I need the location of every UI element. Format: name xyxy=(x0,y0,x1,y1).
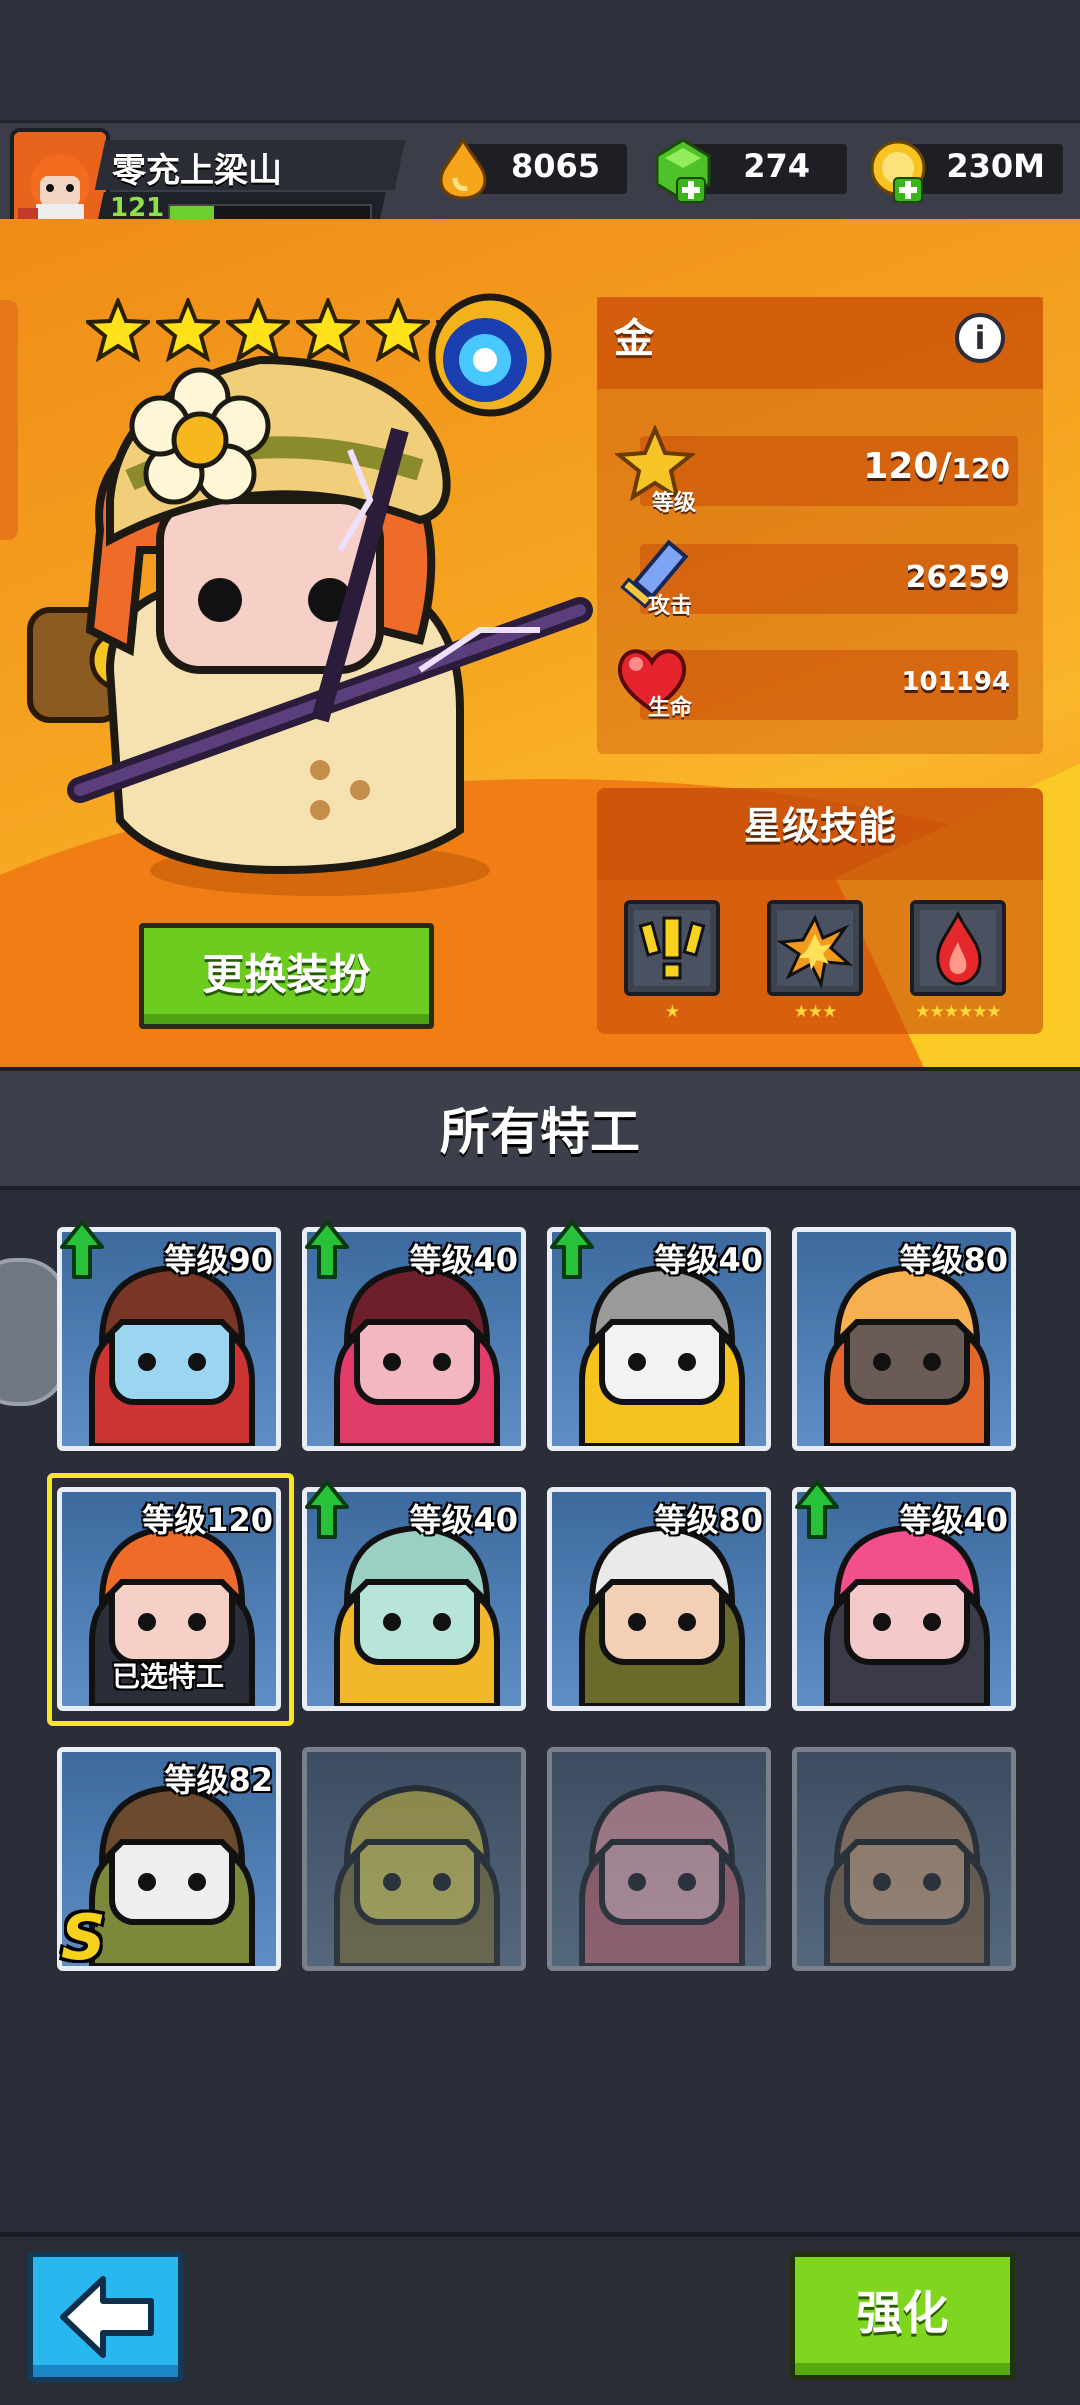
gold-coin-plus-icon[interactable] xyxy=(868,138,932,204)
stat-label-level: 等级 xyxy=(652,491,697,516)
upgrade-arrow-icon xyxy=(550,1220,594,1279)
explosion-skill-icon xyxy=(776,910,854,989)
info-icon[interactable]: i xyxy=(955,313,1005,363)
exclamation-skill-icon xyxy=(634,910,710,986)
skill-3-stars: ★★★★★★ xyxy=(915,1002,1001,1022)
level-current: 120/ xyxy=(863,446,952,487)
agent-card-spongebob-agent[interactable] xyxy=(302,1747,526,1971)
agent-level-label: 等级40 xyxy=(409,1501,518,1539)
stat-label-hp: 生命 xyxy=(648,696,693,721)
hero-rarity: 金 xyxy=(614,316,654,362)
status-area xyxy=(0,0,1080,120)
agent-card-patrick-agent[interactable] xyxy=(547,1747,771,1971)
agent-level-label: 等级40 xyxy=(654,1241,763,1279)
energy-value: 8065 xyxy=(510,147,600,185)
back-button[interactable] xyxy=(28,2252,183,2382)
change-skin-button[interactable]: 更换装扮 xyxy=(139,923,434,1029)
player-avatar[interactable] xyxy=(10,128,110,228)
rank-s-badge: S xyxy=(61,1901,106,1974)
upgrade-arrow-icon xyxy=(305,1220,349,1279)
hero-character-illustration xyxy=(27,293,593,896)
agent-portrait-icon xyxy=(824,1784,990,1966)
skill-2-stars: ★★★ xyxy=(793,1002,838,1022)
upgrade-arrow-icon xyxy=(305,1480,349,1539)
all-agents-title: 所有特工 xyxy=(440,1103,640,1161)
agent-portrait-icon xyxy=(579,1784,745,1966)
star-skills-title: 星级技能 xyxy=(743,804,896,848)
agent-level-label: 等级80 xyxy=(654,1501,763,1539)
skill-slot-3[interactable] xyxy=(910,900,1006,996)
prev-hero-tab[interactable] xyxy=(0,300,18,540)
stat-value-hp: 101194 xyxy=(901,667,1010,697)
stat-label-attack: 攻击 xyxy=(648,594,693,619)
avatar-portrait-icon xyxy=(14,132,106,224)
upgrade-arrow-icon xyxy=(795,1480,839,1539)
agent-portrait-icon xyxy=(334,1784,500,1966)
agent-card-sandy-agent[interactable] xyxy=(792,1747,1016,1971)
agent-level-label: 等级90 xyxy=(164,1241,273,1279)
fire-skill-icon xyxy=(920,910,996,986)
enhance-button[interactable]: 强化 xyxy=(790,2252,1015,2380)
back-arrow-icon xyxy=(60,2276,154,2358)
upgrade-arrow-icon xyxy=(60,1220,104,1279)
agent-level-label: 等级40 xyxy=(899,1501,1008,1539)
stat-value-attack: 26259 xyxy=(905,560,1010,595)
agent-level-label: 等级80 xyxy=(899,1241,1008,1279)
agent-level-label: 等级40 xyxy=(409,1241,518,1279)
player-name: 零充上梁山 xyxy=(112,151,282,191)
agent-level-label: 等级82 xyxy=(164,1761,273,1799)
skill-slot-2[interactable] xyxy=(767,900,863,996)
level-max: 120 xyxy=(951,452,1010,485)
coin-value: 230M xyxy=(946,147,1045,185)
skill-slot-1[interactable] xyxy=(624,900,720,996)
selected-agent-label: 已选特工 xyxy=(112,1660,225,1693)
gem-value: 274 xyxy=(743,147,810,185)
stat-value-level: 120/120 xyxy=(830,446,1010,487)
skill-1-stars: ★ xyxy=(664,1002,680,1022)
